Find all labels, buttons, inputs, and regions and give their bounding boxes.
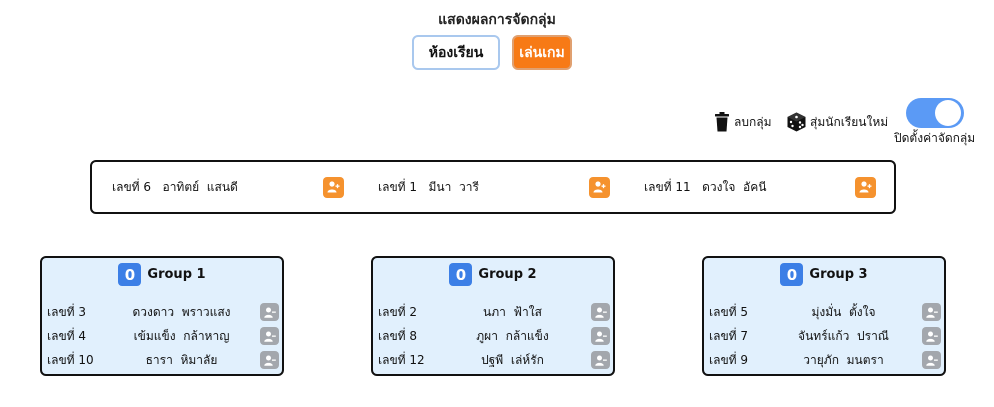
- group-card: 0 Group 3 เลขที่ 5 มุ่งมั่น ตั้งใจ เลขที…: [702, 256, 946, 376]
- remove-member-button[interactable]: [922, 351, 941, 369]
- remove-user-icon: [594, 307, 607, 318]
- remove-member-button[interactable]: [591, 303, 610, 321]
- member-number: เลขที่ 9: [709, 352, 749, 367]
- member-number: เลขที่ 4: [47, 328, 87, 343]
- group-member-row: เลขที่ 12 ปฐพี เล่ห์รัก: [378, 350, 610, 370]
- group-title: Group 2: [478, 267, 537, 282]
- group-member-row: เลขที่ 10 ธารา หิมาลัย: [47, 350, 279, 370]
- add-to-group-button[interactable]: [855, 176, 876, 198]
- group-member-row: เลขที่ 4 เข้มแข็ง กล้าหาญ: [47, 326, 279, 346]
- member-name: นภา ฟ้าใส: [483, 304, 542, 319]
- group-member-row: เลขที่ 7 จันทร์แก้ว ปราณี: [709, 326, 941, 346]
- add-to-group-button[interactable]: [589, 176, 610, 198]
- member-name: ธารา หิมาลัย: [145, 352, 218, 367]
- remove-member-button[interactable]: [260, 327, 279, 345]
- pool-student-item: เลขที่ 6 อาทิตย์ แสนดี: [112, 162, 344, 212]
- group-card: 0 Group 1 เลขที่ 3 ดวงดาว พราวแสง เลขที่…: [40, 256, 284, 376]
- remove-user-icon: [594, 331, 607, 342]
- group-title: Group 1: [147, 267, 206, 282]
- group-header: 0 Group 1: [42, 263, 282, 286]
- remove-member-button[interactable]: [260, 303, 279, 321]
- member-number: เลขที่ 12: [378, 352, 425, 367]
- add-to-group-button[interactable]: [323, 176, 344, 198]
- group-member-row: เลขที่ 8 ภูผา กล้าแข็ง: [378, 326, 610, 346]
- unassigned-students-pool: เลขที่ 6 อาทิตย์ แสนดี เลขที่ 1 มีนา วาร…: [90, 160, 896, 214]
- remove-member-button[interactable]: [260, 351, 279, 369]
- group-card: 0 Group 2 เลขที่ 2 นภา ฟ้าใส เลขที่ 8 ภู…: [371, 256, 615, 376]
- member-name: มุ่งมั่น ตั้งใจ: [811, 304, 876, 319]
- pool-student-item: เลขที่ 1 มีนา วารี: [378, 162, 610, 212]
- shuffle-students-label: สุ่มนักเรียนใหม่: [810, 114, 889, 129]
- group-member-row: เลขที่ 9 วายุภัก มนตรา: [709, 350, 941, 370]
- add-user-icon: [327, 181, 340, 193]
- pool-student-text: เลขที่ 11 ดวงใจ อัคนี: [644, 179, 767, 194]
- trash-icon: [714, 112, 730, 132]
- delete-group-label: ลบกลุ่ม: [734, 114, 772, 129]
- group-member-row: เลขที่ 5 มุ่งมั่น ตั้งใจ: [709, 302, 941, 322]
- toggle-knob: [935, 100, 961, 126]
- group-count-badge: 0: [118, 263, 142, 286]
- member-name: เข้มแข็ง กล้าหาญ: [133, 328, 230, 343]
- pool-student-text: เลขที่ 1 มีนา วารี: [378, 179, 479, 194]
- member-number: เลขที่ 8: [378, 328, 418, 343]
- dice-icon: [787, 112, 806, 132]
- group-count-badge: 0: [780, 263, 804, 286]
- member-name: ปฐพี เล่ห์รัก: [481, 352, 544, 367]
- member-number: เลขที่ 10: [47, 352, 94, 367]
- group-title: Group 3: [809, 267, 868, 282]
- page-title: แสดงผลการจัดกลุ่ม: [438, 12, 556, 28]
- pool-student-text: เลขที่ 6 อาทิตย์ แสนดี: [112, 179, 238, 194]
- member-number: เลขที่ 7: [709, 328, 749, 343]
- remove-member-button[interactable]: [591, 351, 610, 369]
- delete-group-button[interactable]: ลบกลุ่ม: [714, 111, 772, 133]
- pool-student-item: เลขที่ 11 ดวงใจ อัคนี: [644, 162, 876, 212]
- classroom-mode-button[interactable]: ห้องเรียน: [412, 35, 500, 70]
- member-number: เลขที่ 2: [378, 304, 418, 319]
- member-name: ดวงดาว พราวแสง: [132, 304, 231, 319]
- add-user-icon: [593, 181, 606, 193]
- group-member-row: เลขที่ 3 ดวงดาว พราวแสง: [47, 302, 279, 322]
- remove-member-button[interactable]: [922, 327, 941, 345]
- member-number: เลขที่ 3: [47, 304, 87, 319]
- group-member-row: เลขที่ 2 นภา ฟ้าใส: [378, 302, 610, 322]
- add-user-icon: [859, 181, 872, 193]
- remove-user-icon: [263, 355, 276, 366]
- remove-user-icon: [594, 355, 607, 366]
- remove-user-icon: [263, 331, 276, 342]
- group-count-badge: 0: [449, 263, 473, 286]
- member-name: ภูผา กล้าแข็ง: [476, 328, 549, 343]
- remove-member-button[interactable]: [922, 303, 941, 321]
- group-header: 0 Group 2: [373, 263, 613, 286]
- game-mode-button[interactable]: เล่นเกม: [512, 35, 572, 70]
- remove-user-icon: [263, 307, 276, 318]
- remove-user-icon: [925, 331, 938, 342]
- member-name: วายุภัก มนตรา: [803, 352, 884, 367]
- shuffle-students-button[interactable]: สุ่มนักเรียนใหม่: [787, 111, 888, 133]
- remove-member-button[interactable]: [591, 327, 610, 345]
- remove-user-icon: [925, 355, 938, 366]
- group-settings-toggle-label: ปิดตั้งค่าจัดกลุ่ม: [894, 131, 976, 145]
- member-name: จันทร์แก้ว ปราณี: [798, 328, 889, 343]
- group-header: 0 Group 3: [704, 263, 944, 286]
- member-number: เลขที่ 5: [709, 304, 749, 319]
- group-settings-toggle[interactable]: [906, 98, 964, 128]
- remove-user-icon: [925, 307, 938, 318]
